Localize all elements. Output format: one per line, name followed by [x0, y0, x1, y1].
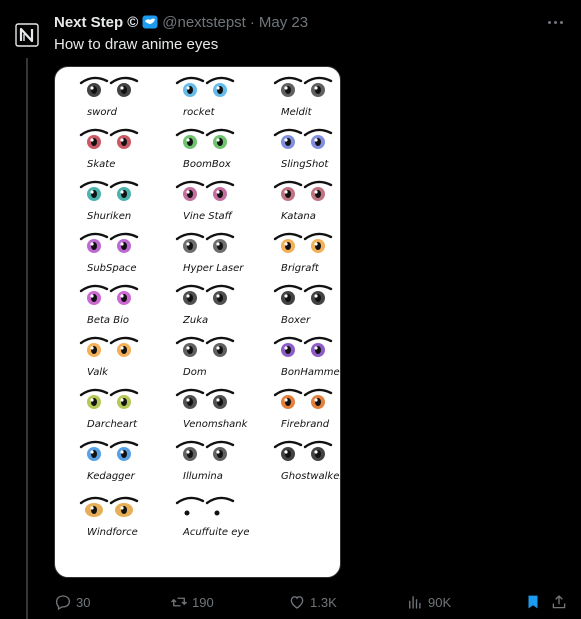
eye-label: Zuka [182, 315, 208, 326]
eye-label: Brigraft [281, 263, 320, 274]
eye-label: Skate [87, 159, 115, 170]
eye-label: Venomshank [183, 419, 249, 430]
heart-icon [290, 596, 304, 609]
eye-sketch [79, 180, 139, 201]
eye-label: BoomBox [183, 159, 231, 170]
eye-label: Kedagger [87, 471, 136, 482]
eye-sketch [273, 388, 333, 409]
eye-label: SubSpace [87, 263, 137, 274]
views-button[interactable]: 90K [406, 590, 451, 614]
bookmark-button[interactable] [524, 590, 542, 614]
thread-line [26, 58, 28, 619]
tweet-text: How to draw anime eyes [54, 36, 219, 53]
eye-label: Hyper Laser [183, 263, 244, 274]
eye-label: Illumina [183, 471, 223, 482]
eye-label: Vine Staff [183, 211, 234, 222]
tweet-image[interactable]: sword rocket Meldit Skate BoomBox SlingShot Sh… [54, 66, 341, 578]
eye-label: Darcheart [87, 419, 138, 430]
retweet-icon [171, 597, 187, 607]
eye-label: Acuffuite eye [182, 527, 249, 538]
eye-label: rocket [183, 107, 216, 118]
eye-label: Boxer [281, 315, 311, 326]
action-bar: 30 190 1.3K 90K [54, 590, 574, 614]
like-button[interactable]: 1.3K [288, 590, 337, 614]
eye-label: sword [87, 107, 118, 118]
eye-sketch [273, 76, 333, 97]
eye-label: Firebrand [281, 419, 330, 430]
retweet-count: 190 [192, 594, 214, 610]
eye-sketch [79, 440, 139, 461]
eye-sketch [79, 284, 139, 305]
eye-sketch [273, 232, 333, 253]
anime-eyes-illustration: sword rocket Meldit Skate BoomBox SlingShot Sh… [79, 76, 341, 538]
eye-sketch [175, 388, 235, 409]
eye-label: Beta Bio [87, 315, 129, 326]
reply-count: 30 [76, 594, 91, 610]
share-button[interactable] [550, 590, 568, 614]
eye-sketch [175, 76, 235, 97]
verified-badge-icon[interactable] [142, 14, 158, 30]
eye-sketch [79, 76, 139, 97]
tweet-date[interactable]: May 23 [259, 14, 308, 31]
next-step-logo-icon [15, 23, 39, 47]
reply-button[interactable]: 30 [54, 590, 90, 614]
author-name-suffix: © [127, 13, 139, 31]
author-handle[interactable]: @nextstepst [162, 14, 246, 31]
eye-sketch [175, 336, 235, 357]
eye-label: Katana [281, 211, 316, 222]
reply-icon [55, 595, 71, 611]
eye-sketch [175, 180, 235, 201]
more-options-icon[interactable] [545, 14, 565, 30]
views-count: 90K [428, 594, 452, 610]
tweet[interactable]: Next Step © @nextstepst · May 23 How to … [0, 0, 581, 619]
avatar[interactable] [12, 20, 42, 50]
like-count: 1.3K [310, 594, 337, 610]
eye-sketch [79, 388, 139, 409]
tweet-header: Next Step © @nextstepst · May 23 [54, 12, 308, 32]
eye-sketch [79, 232, 139, 253]
eye-sketch [273, 440, 333, 461]
eye-label: Shuriken [87, 211, 131, 222]
eye-sketch [273, 284, 333, 305]
share-icon [552, 595, 566, 609]
eye-sketch [175, 496, 235, 516]
separator: · [249, 13, 255, 31]
eye-label: Ghostwalker [281, 471, 341, 482]
retweet-button[interactable]: 190 [170, 590, 214, 614]
eye-label: Windforce [87, 527, 138, 538]
eye-label: Dom [183, 367, 207, 378]
views-icon [409, 596, 421, 609]
eye-sketch [79, 496, 139, 517]
eye-label: SlingShot [281, 159, 329, 170]
eye-sketch [273, 336, 333, 357]
eye-sketch [175, 128, 235, 149]
eye-sketch [79, 336, 139, 357]
eye-sketch [175, 232, 235, 253]
eye-sketch [175, 440, 235, 461]
eye-sketch [273, 180, 333, 201]
author-name[interactable]: Next Step [54, 14, 123, 31]
eye-sketch [175, 284, 235, 305]
eye-sketch [79, 128, 139, 149]
eye-label: BonHammer [281, 367, 341, 378]
eye-label: Meldit [281, 107, 313, 118]
eye-label: Valk [87, 367, 109, 378]
eye-sketch [273, 128, 333, 149]
bookmark-icon [528, 595, 538, 609]
